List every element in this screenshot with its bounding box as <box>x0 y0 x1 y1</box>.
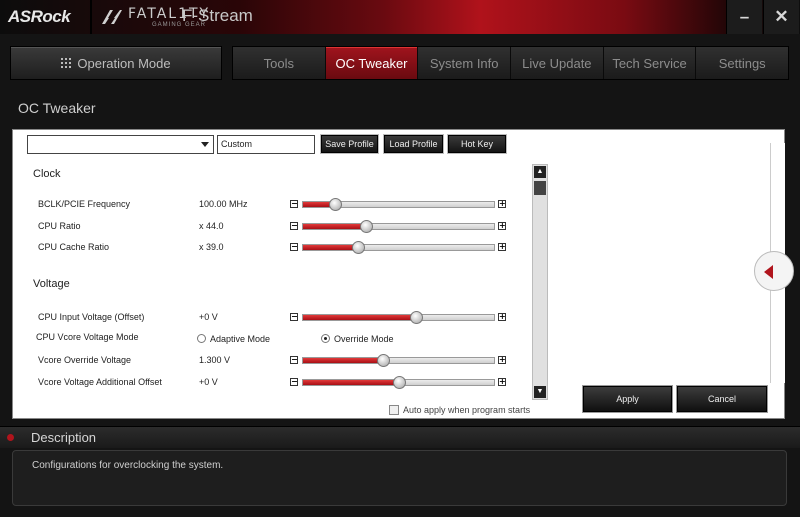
slider-thumb[interactable] <box>360 220 374 233</box>
override-mode-radio[interactable] <box>321 334 330 343</box>
vcore-offset-value: +0 V <box>199 377 218 387</box>
slider-thumb[interactable] <box>409 311 423 324</box>
plus-icon[interactable]: + <box>498 200 506 208</box>
collapse-panel-button[interactable] <box>754 251 794 291</box>
asrock-logo: ASRock <box>8 7 71 26</box>
oc-settings-panel: Custom Save Profile Load Profile Hot Key… <box>12 129 785 419</box>
scroll-thumb[interactable] <box>534 181 546 195</box>
cpu-input-voltage-label: CPU Input Voltage (Offset) <box>38 312 145 322</box>
operation-mode-label: Operation Mode <box>77 55 171 71</box>
cancel-button[interactable]: Cancel <box>677 386 767 412</box>
cpu-ratio-value: x 44.0 <box>199 221 224 231</box>
plus-icon[interactable]: + <box>498 356 506 364</box>
plus-icon[interactable]: + <box>498 243 506 251</box>
minus-icon[interactable]: − <box>290 222 298 230</box>
cpu-input-voltage-value: +0 V <box>199 312 218 322</box>
profile-name-field[interactable]: Custom <box>217 135 315 154</box>
vcore-offset-slider[interactable] <box>302 376 495 389</box>
description-title: Description <box>31 430 97 445</box>
clock-group-title: Clock <box>33 168 61 180</box>
vcore-override-label: Vcore Override Voltage <box>38 355 132 365</box>
vcore-override-value: 1.300 V <box>199 355 231 365</box>
tab-live-update[interactable]: Live Update <box>511 47 604 79</box>
bclk-slider[interactable] <box>302 198 495 211</box>
override-mode-label: Override Mode <box>334 334 394 344</box>
scroll-up-icon[interactable]: ▲ <box>534 166 546 178</box>
red-dot-icon <box>7 434 14 441</box>
cpu-input-voltage-slider[interactable] <box>302 311 495 324</box>
main-tabs: Tools OC Tweaker System Info Live Update… <box>232 46 789 80</box>
auto-apply-label: Auto apply when program starts <box>403 405 531 415</box>
auto-apply-checkbox[interactable] <box>389 405 399 415</box>
minimize-button[interactable]: – <box>726 0 762 34</box>
slider-thumb[interactable] <box>329 198 343 211</box>
cpu-cache-ratio-slider[interactable] <box>302 241 495 254</box>
page-title: OC Tweaker <box>18 100 96 116</box>
minus-icon[interactable]: − <box>290 243 298 251</box>
description-header: Description <box>0 426 800 448</box>
tab-settings[interactable]: Settings <box>696 47 789 79</box>
minus-icon[interactable]: − <box>290 378 298 386</box>
tab-oc-tweaker[interactable]: OC Tweaker <box>325 47 419 79</box>
vcore-mode-label: CPU Vcore Voltage Mode <box>36 332 139 342</box>
settings-scrollbar[interactable]: ▲ ▼ <box>532 164 548 400</box>
chevron-down-icon <box>201 142 209 147</box>
plus-icon[interactable]: + <box>498 378 506 386</box>
slider-thumb[interactable] <box>392 376 406 389</box>
operation-mode-button[interactable]: Operation Mode <box>10 46 222 80</box>
cpu-ratio-label: CPU Ratio <box>38 221 81 231</box>
arrow-left-icon <box>764 265 773 279</box>
scroll-down-icon[interactable]: ▼ <box>534 386 546 398</box>
load-profile-button[interactable]: Load Profile <box>384 135 443 153</box>
title-bar: ASRock FATAL1TY GAMING GEAR F-Stream – ✕ <box>0 0 800 34</box>
vcore-offset-label: Vcore Voltage Additional Offset <box>38 377 162 387</box>
close-button[interactable]: ✕ <box>763 0 799 34</box>
plus-icon[interactable]: + <box>498 222 506 230</box>
tab-system-info[interactable]: System Info <box>418 47 512 79</box>
hot-key-button[interactable]: Hot Key <box>448 135 506 153</box>
title-divider <box>90 0 92 34</box>
tab-tech-service[interactable]: Tech Service <box>603 47 697 79</box>
cpu-ratio-slider[interactable] <box>302 220 495 233</box>
slider-thumb[interactable] <box>352 241 366 254</box>
profile-select[interactable] <box>27 135 214 154</box>
minus-icon[interactable]: − <box>290 356 298 364</box>
bclk-label: BCLK/PCIE Frequency <box>38 199 131 209</box>
vcore-override-slider[interactable] <box>302 354 495 367</box>
tab-tools[interactable]: Tools <box>233 47 326 79</box>
minus-icon[interactable]: − <box>290 313 298 321</box>
save-profile-button[interactable]: Save Profile <box>321 135 378 153</box>
fatality-logo-icon <box>102 10 122 24</box>
adaptive-mode-radio[interactable] <box>197 334 206 343</box>
voltage-group-title: Voltage <box>33 278 70 290</box>
bclk-value: 100.00 MHz <box>199 199 248 209</box>
description-box: Configurations for overclocking the syst… <box>12 450 787 506</box>
plus-icon[interactable]: + <box>498 313 506 321</box>
apply-button[interactable]: Apply <box>583 386 672 412</box>
description-text: Configurations for overclocking the syst… <box>32 460 224 471</box>
app-title: F-Stream <box>182 6 253 25</box>
minus-icon[interactable]: − <box>290 200 298 208</box>
cpu-cache-ratio-label: CPU Cache Ratio <box>38 242 110 252</box>
adaptive-mode-label: Adaptive Mode <box>210 334 271 344</box>
grid-icon <box>61 58 72 68</box>
cpu-cache-ratio-value: x 39.0 <box>199 242 224 252</box>
slider-thumb[interactable] <box>377 354 391 367</box>
